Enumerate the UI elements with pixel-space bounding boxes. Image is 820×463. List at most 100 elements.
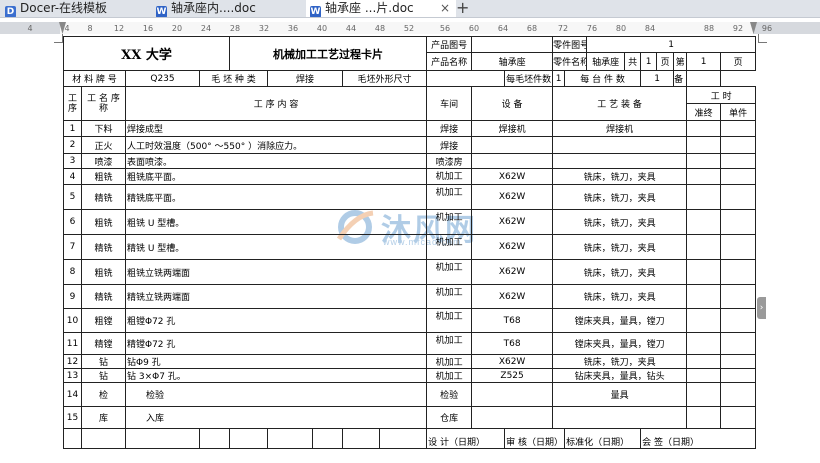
close-tab-icon[interactable]: ×	[440, 0, 450, 16]
margin-corner	[758, 34, 767, 43]
ruler-tick: 16	[142, 24, 154, 33]
table-row: 13 钻 钻 3×Φ7 孔。 机加工 Z525 钻床夹具，量具，钻头	[63, 368, 757, 383]
header-seq: 工 序	[63, 86, 82, 121]
row-unit	[720, 168, 757, 185]
table-row: 8 粗铣 粗铣立铣两端面 机加工 X62W 铣床，铣刀，夹具	[63, 259, 757, 285]
total-pages: 1	[640, 52, 658, 71]
row-no: 13	[63, 368, 82, 383]
row-tool: 铣床，铣刀，夹具	[552, 284, 688, 309]
per-unit-value: 1	[640, 70, 675, 87]
remark-label: 备 注	[673, 70, 688, 87]
per-unit-label: 每 台 件 数	[564, 70, 642, 87]
row-unit	[720, 354, 757, 369]
row-equip	[471, 136, 554, 154]
row-name: 粗铣	[81, 168, 126, 185]
row-no: 7	[63, 234, 82, 260]
ruler-tick: 60	[468, 24, 480, 33]
material-label: 材 料 牌 号	[63, 70, 126, 87]
school-name: XX 大学	[62, 36, 231, 71]
row-name: 精铣	[81, 284, 126, 309]
row-shop: 机加工	[426, 259, 473, 285]
row-name: 精镗	[81, 332, 126, 355]
table-row: 7 精铣 精铣 U 型槽。 机加工 X62W 铣床，铣刀，夹具	[63, 234, 757, 260]
tab-label: Docer-在线模板	[20, 1, 108, 15]
row-content: 粗铣 U 型槽。	[124, 209, 428, 235]
per-blank-value: 1	[552, 70, 566, 87]
row-tool: 焊接机	[552, 120, 688, 137]
row-equip: X62W	[471, 354, 554, 369]
ruler-tick: 32	[258, 24, 270, 33]
row-equip: 焊接机	[471, 120, 554, 137]
ruler-tick: 36	[287, 24, 299, 33]
ruler-tick: 20	[171, 24, 183, 33]
row-equip: Z525	[471, 368, 554, 383]
page-label: 第	[673, 52, 688, 71]
header-tooling: 工 艺 装 备	[552, 86, 688, 121]
ruler-tick: 52	[403, 24, 415, 33]
tab-doc-1[interactable]: W 轴承座内....doc	[156, 0, 302, 17]
row-no: 11	[63, 332, 82, 355]
row-shop: 检验	[426, 382, 473, 407]
table-row: 2 正火 人工时效温度（500° ～550° ）消除应力。 焊接	[63, 136, 757, 154]
product-name-value: 轴承座	[471, 52, 554, 71]
side-panel-handle[interactable]: ›	[757, 297, 766, 319]
row-content: 粗镗Φ72 孔	[124, 308, 428, 333]
table-row: 1 下料 焊接成型 焊接 焊接机 焊接机	[63, 120, 757, 137]
row-name: 检	[81, 382, 126, 407]
row-equip	[471, 406, 554, 429]
row-tool: 量具	[552, 382, 688, 407]
new-tab-button[interactable]: +	[456, 0, 469, 17]
row-content: 粗铣底平面。	[124, 168, 428, 185]
remark-value	[686, 70, 722, 87]
ruler-tick: 24	[200, 24, 212, 33]
row-equip: X62W	[471, 284, 554, 309]
tab-label: 轴承座内....doc	[171, 1, 256, 15]
ruler-tick: 76	[586, 24, 598, 33]
tab-doc-2[interactable]: W 轴承座 ...片.doc ×	[306, 0, 456, 17]
row-no: 4	[63, 168, 82, 185]
row-content: 精铣 U 型槽。	[124, 234, 428, 260]
row-shop: 机加工	[426, 168, 473, 185]
row-name: 精铣	[81, 184, 126, 210]
header-time: 工 时	[686, 86, 757, 104]
row-no: 14	[63, 382, 82, 407]
row-tool	[552, 136, 688, 154]
tab-docer[interactable]: D Docer-在线模板	[2, 0, 155, 17]
row-no: 5	[63, 184, 82, 210]
row-equip: T68	[471, 308, 554, 333]
row-shop: 仓库	[426, 406, 473, 429]
footer-countersign: 会 签（日期）	[640, 428, 757, 449]
row-name: 喷漆	[81, 153, 126, 169]
row-tool: 铣床，铣刀，夹具	[552, 259, 688, 285]
row-shop: 焊接	[426, 136, 473, 154]
row-unit	[720, 332, 757, 355]
ruler-tick: 4	[64, 24, 70, 33]
row-no: 6	[63, 209, 82, 235]
table-row: 10 粗镗 粗镗Φ72 孔 机加工 T68 镗床夹具，量具，镗刀	[63, 308, 757, 333]
row-equip: X62W	[471, 168, 554, 185]
ruler-tick: 92	[732, 24, 744, 33]
row-content: 表面喷漆。	[124, 153, 428, 169]
table-row: 9 精铣 精铣立铣两端面 机加工 X62W 铣床，铣刀，夹具	[63, 284, 757, 309]
row-shop: 机加工	[426, 354, 473, 369]
row-name: 粗镗	[81, 308, 126, 333]
row-content: 精铣立铣两端面	[124, 284, 428, 309]
row-name: 钻	[81, 354, 126, 369]
row-equip: X62W	[471, 234, 554, 260]
row-prep	[686, 332, 722, 355]
part-code-value: 1	[586, 36, 757, 53]
row-shop: 机加工	[426, 209, 473, 235]
row-content: 人工时效温度（500° ～550° ）消除应力。	[124, 136, 428, 154]
tab-bar: D Docer-在线模板 W 轴承座内....doc W 轴承座 ...片.doc × …	[0, 0, 820, 18]
row-no: 3	[63, 153, 82, 169]
row-unit	[720, 284, 757, 309]
row-prep	[686, 209, 722, 235]
horizontal-ruler[interactable]: 4 4 8 12 16 20 24 28 32 36 40 44 48 52 5…	[0, 22, 820, 34]
row-content: 精镗Φ72 孔	[124, 332, 428, 355]
table-row: 15 库 入库 仓库	[63, 406, 757, 429]
row-unit	[720, 382, 757, 407]
ruler-tick: 12	[113, 24, 125, 33]
row-tool: 镗床夹具，量具，镗刀	[552, 308, 688, 333]
row-prep	[686, 259, 722, 285]
blank-size-value	[426, 70, 506, 87]
